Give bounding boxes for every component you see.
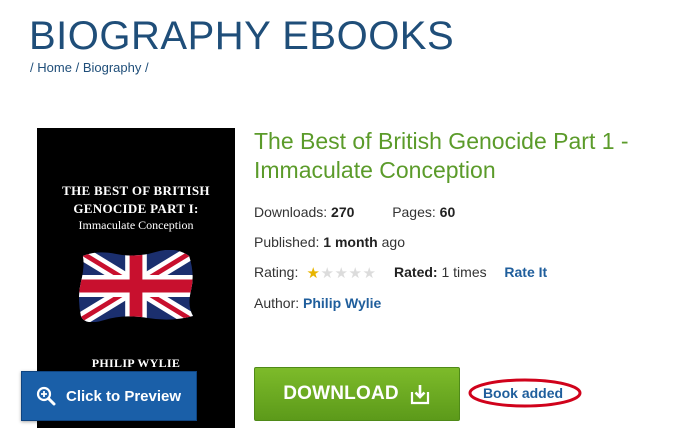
union-jack-image: [78, 250, 194, 322]
cover-author: PHILIP WYLIE: [91, 356, 181, 370]
downloads-pages-row: Downloads: 270 Pages: 60: [254, 204, 455, 220]
pages-count: 60: [439, 204, 456, 220]
page-title: BIOGRAPHY EBOOKS: [29, 14, 455, 58]
breadcrumb-home-link[interactable]: Home: [37, 60, 72, 75]
book-added-link[interactable]: Book added: [468, 385, 578, 401]
click-to-preview-button[interactable]: Click to Preview: [21, 371, 197, 421]
rating-stars[interactable]: ★★★★★: [306, 265, 376, 281]
author-label: Author:: [254, 295, 300, 311]
published-value: 1 month: [323, 234, 378, 250]
published-row: Published: 1 month ago: [254, 234, 405, 250]
rating-row: Rating: ★★★★★ Rated: 1 times Rate It: [254, 264, 547, 281]
rate-it-link[interactable]: Rate It: [504, 264, 547, 280]
downloads-count: 270: [331, 204, 355, 220]
star-icon: ★: [362, 265, 376, 282]
download-tray-icon: [410, 385, 429, 405]
rating-label: Rating:: [254, 264, 299, 280]
author-link[interactable]: Philip Wylie: [303, 295, 381, 311]
download-label: DOWNLOAD: [283, 383, 399, 404]
breadcrumb: / Home / Biography /: [30, 60, 149, 75]
cover-title: THE BEST OF BRITISH GENOCIDE PART I:: [37, 182, 235, 218]
book-added-status: Book added: [468, 378, 584, 408]
star-icon: ★: [320, 265, 334, 282]
breadcrumb-biography-link[interactable]: Biography: [83, 60, 142, 75]
star-icon: ★: [306, 265, 320, 282]
published-suffix: ago: [381, 234, 405, 250]
breadcrumb-separator: /: [144, 60, 149, 75]
book-title: The Best of British Genocide Part 1 - Im…: [254, 128, 629, 183]
cover-title-line2: GENOCIDE PART I:: [73, 201, 199, 216]
rated-label: Rated:: [394, 264, 438, 280]
cover-subtitle: Immaculate Conception: [78, 218, 194, 232]
click-to-preview-label: Click to Preview: [66, 387, 182, 405]
breadcrumb-separator: /: [75, 60, 80, 75]
download-button[interactable]: DOWNLOAD: [254, 367, 460, 421]
pages-label: Pages:: [392, 204, 436, 220]
magnifier-plus-icon: [36, 386, 56, 406]
breadcrumb-separator: /: [30, 60, 34, 75]
author-row: Author: Philip Wylie: [254, 295, 381, 311]
star-icon: ★: [334, 265, 348, 282]
published-label: Published:: [254, 234, 320, 250]
star-icon: ★: [348, 265, 362, 282]
downloads-label: Downloads:: [254, 204, 328, 220]
rated-value: 1 times: [441, 264, 487, 280]
cover-title-line1: THE BEST OF BRITISH: [62, 183, 210, 198]
